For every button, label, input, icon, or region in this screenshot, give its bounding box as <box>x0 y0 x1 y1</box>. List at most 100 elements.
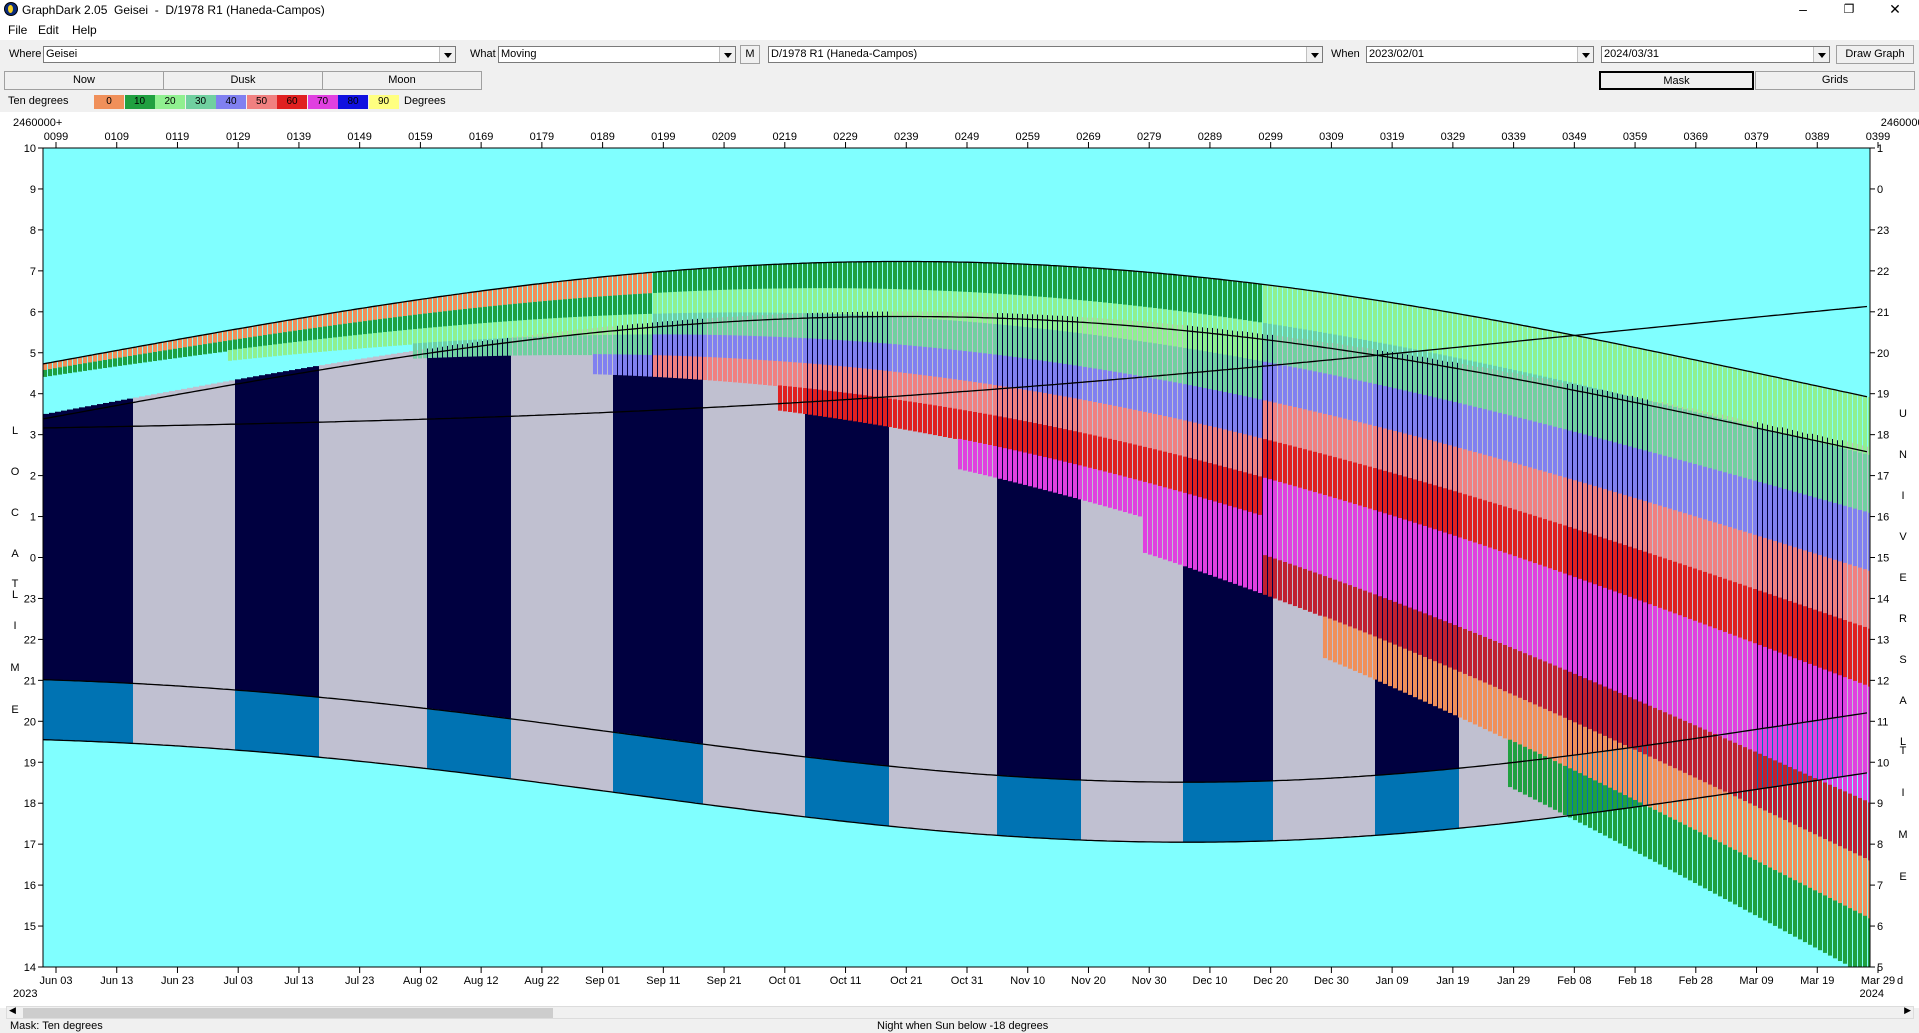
altitude-band <box>968 381 972 413</box>
altitude-band <box>813 262 817 290</box>
what-select[interactable]: Moving <box>498 46 736 63</box>
altitude-band <box>913 345 917 376</box>
m-button[interactable]: M <box>740 45 760 64</box>
status-mask: Mask: Ten degrees <box>10 1020 103 1032</box>
end-date-select[interactable]: 2024/03/31 <box>1601 46 1830 63</box>
menu-help[interactable]: Help <box>72 23 97 37</box>
scroll-left-icon[interactable]: ◀ <box>9 1005 16 1016</box>
altitude-band <box>1678 770 1682 824</box>
altitude-band <box>1528 373 1532 422</box>
altitude-band <box>1333 457 1337 499</box>
altitude-band <box>1413 392 1417 438</box>
altitude-band <box>1148 412 1152 450</box>
altitude-band <box>438 311 442 328</box>
altitude-band <box>473 307 477 325</box>
altitude-band <box>353 335 357 349</box>
altitude-band <box>1628 396 1632 448</box>
altitude-band <box>673 291 677 315</box>
night-stripe <box>691 319 697 803</box>
twilight-stripe <box>859 762 865 823</box>
object-select[interactable]: D/1978 R1 (Haneda-Campos) <box>768 46 1323 63</box>
altitude-band <box>1673 768 1677 821</box>
date-tick-label: Dec 30 <box>1314 975 1349 987</box>
altitude-band <box>563 335 567 356</box>
tab-now[interactable]: Now <box>4 71 164 90</box>
altitude-band <box>713 334 717 359</box>
draw-graph-button[interactable]: Draw Graph <box>1836 45 1914 64</box>
altitude-band <box>873 315 877 344</box>
altitude-band <box>673 270 677 293</box>
altitude-band <box>68 359 72 367</box>
minimize-button[interactable]: – <box>1780 0 1826 20</box>
altitude-band <box>383 332 387 347</box>
altitude-band <box>1518 651 1522 699</box>
altitude-band <box>1463 359 1467 406</box>
maximize-button[interactable]: ❐ <box>1826 0 1872 20</box>
twilight-stripe <box>805 756 811 817</box>
altitude-band <box>1828 444 1832 503</box>
chevron-down-icon[interactable] <box>1306 47 1322 62</box>
altitude-band <box>1483 682 1487 730</box>
altitude-band <box>668 313 672 336</box>
altitude-band <box>1633 347 1637 399</box>
altitude-band <box>1748 803 1752 859</box>
altitude-band <box>368 307 372 322</box>
chevron-down-icon[interactable] <box>1577 47 1593 62</box>
altitude-band <box>513 337 517 356</box>
start-date-select[interactable]: 2023/02/01 <box>1366 46 1594 63</box>
altitude-band <box>608 354 612 375</box>
scroll-thumb[interactable] <box>23 1008 553 1018</box>
twilight-stripe <box>481 715 487 776</box>
altitude-band <box>1313 451 1317 494</box>
altitude-band <box>1118 338 1122 374</box>
altitude-band <box>318 339 322 352</box>
tab-dusk[interactable]: Dusk <box>163 71 323 90</box>
horizontal-scrollbar[interactable]: ◀ ▶ <box>6 1005 1914 1019</box>
night-stripe <box>613 325 619 793</box>
altitude-band <box>708 312 712 336</box>
menu-file[interactable]: File <box>8 23 27 37</box>
altitude-band <box>843 366 847 394</box>
close-button[interactable]: ✕ <box>1872 0 1918 20</box>
altitude-band <box>493 305 497 324</box>
night-stripe <box>463 343 469 773</box>
altitude-band <box>1383 640 1387 684</box>
chevron-down-icon[interactable] <box>719 47 735 62</box>
twilight-stripe <box>565 725 571 786</box>
local-time-tick-label: 23 <box>24 593 36 605</box>
altitude-band <box>638 354 642 377</box>
chevron-down-icon[interactable] <box>1813 47 1829 62</box>
date-tick-label: Nov 30 <box>1132 975 1167 987</box>
altitude-band <box>1063 429 1067 463</box>
altitude-band <box>1448 623 1452 669</box>
altitude-band <box>698 334 702 358</box>
altitude-band <box>1653 758 1657 811</box>
altitude-band <box>1388 557 1392 601</box>
altitude-band <box>1133 479 1137 515</box>
altitude-band <box>1838 504 1842 563</box>
altitude-band <box>1713 416 1717 471</box>
scroll-right-icon[interactable]: ▶ <box>1904 1005 1911 1016</box>
twilight-stripe <box>709 744 715 805</box>
altitude-band <box>1598 733 1602 784</box>
altitude-band <box>278 321 282 334</box>
altitude-band <box>1818 723 1822 782</box>
altitude-band <box>1328 496 1332 539</box>
altitude-band <box>1623 395 1627 447</box>
tab-grids[interactable]: Grids <box>1755 71 1915 90</box>
twilight-stripe <box>463 712 469 773</box>
altitude-band <box>1318 453 1322 495</box>
altitude-band <box>1228 317 1232 357</box>
year-end-label: 2024 <box>1860 988 1884 1000</box>
chevron-down-icon[interactable] <box>439 47 455 62</box>
menu-edit[interactable]: Edit <box>38 23 59 37</box>
altitude-band <box>1603 489 1607 540</box>
date-tick-label: Dec 10 <box>1193 975 1228 987</box>
tab-mask[interactable]: Mask <box>1599 71 1754 90</box>
altitude-band <box>443 296 447 313</box>
tab-moon[interactable]: Moon <box>322 71 482 90</box>
where-select[interactable]: Geisei <box>43 46 456 63</box>
altitude-band <box>1158 379 1162 417</box>
altitude-band <box>1743 477 1747 533</box>
altitude-band <box>1538 422 1542 472</box>
